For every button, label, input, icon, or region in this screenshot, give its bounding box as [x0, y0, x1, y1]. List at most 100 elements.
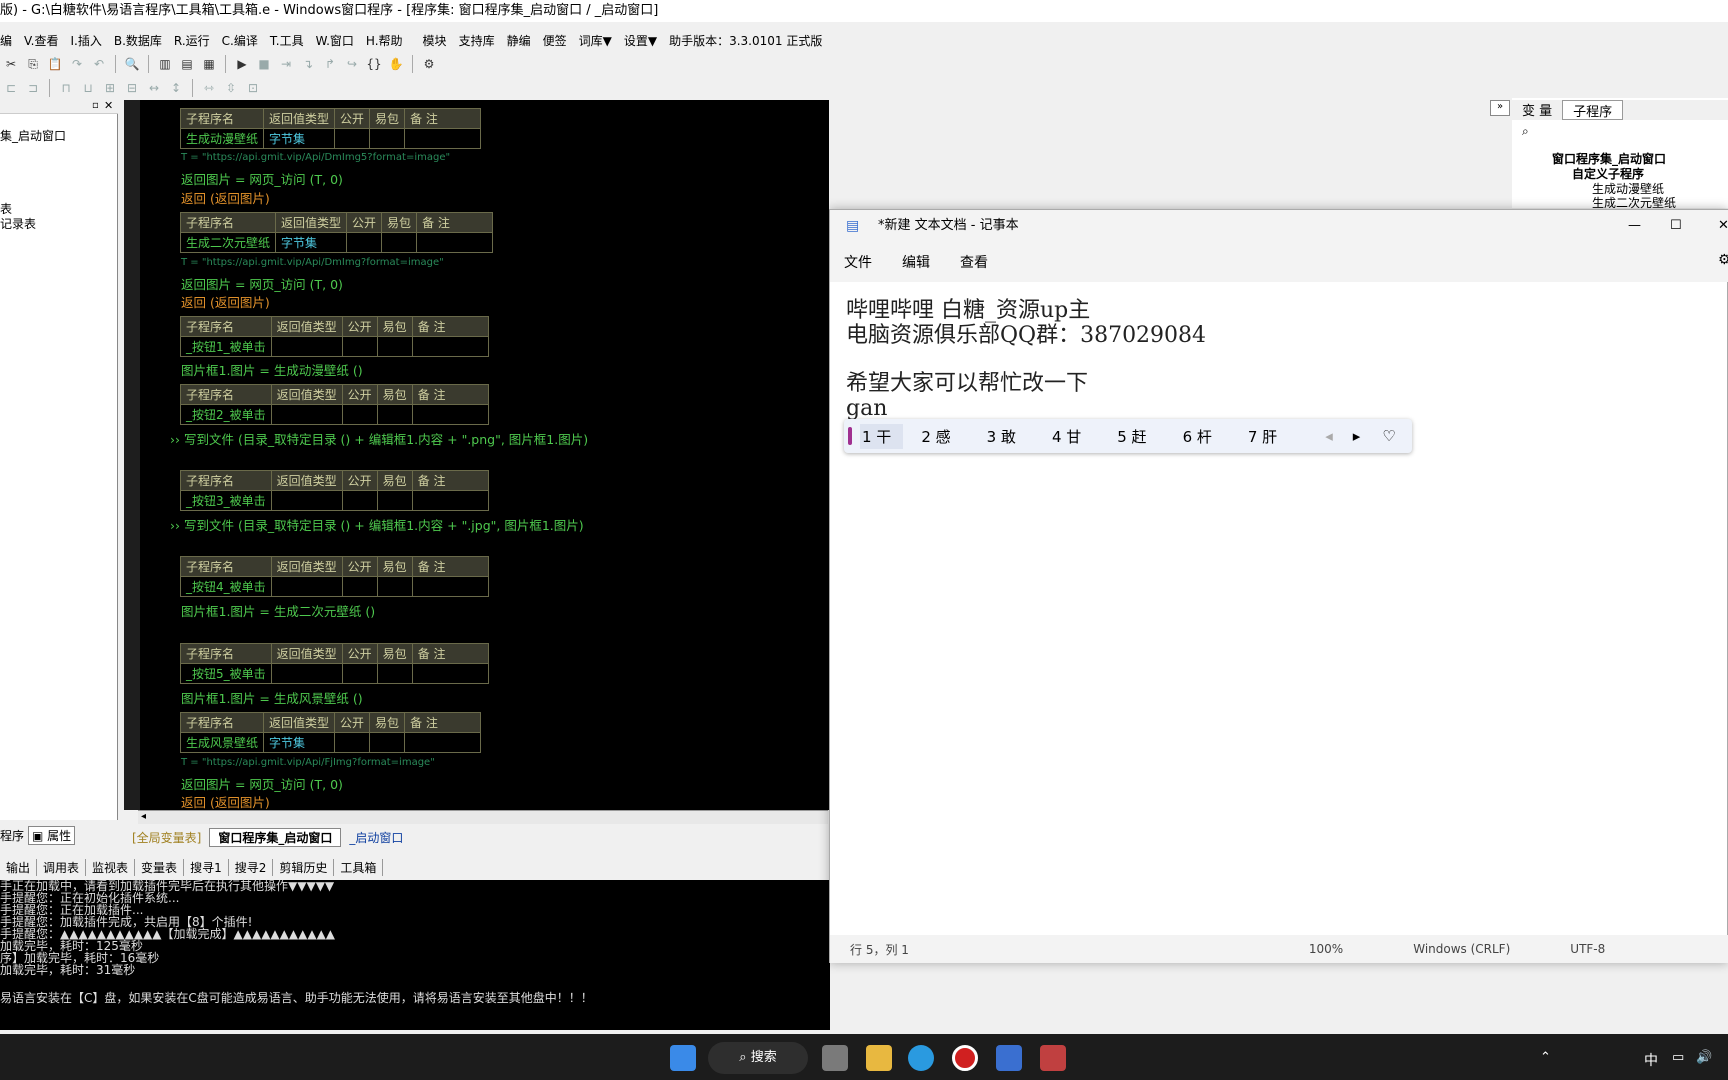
- remark-cell[interactable]: [416, 232, 494, 253]
- public-cell[interactable]: [334, 128, 371, 149]
- align-middle-icon[interactable]: ⊟: [123, 79, 141, 97]
- layout-grid-icon[interactable]: ▦: [200, 55, 218, 73]
- ime-candidate[interactable]: 7 肝: [1248, 426, 1277, 447]
- menu-view-np[interactable]: 查看: [960, 252, 988, 272]
- breakpoint-icon[interactable]: {}: [365, 55, 383, 73]
- remark-cell[interactable]: [411, 576, 489, 597]
- public-cell[interactable]: [341, 404, 378, 425]
- easy-pack-cell[interactable]: [369, 128, 406, 149]
- menu-help[interactable]: H.帮助: [366, 32, 403, 49]
- code-line[interactable]: T = "https://api.gmit.vip/Api/DmImg?form…: [181, 257, 444, 268]
- horizontal-scrollbar[interactable]: ◂: [138, 810, 828, 824]
- easy-pack-cell[interactable]: [376, 576, 413, 597]
- tab-variables[interactable]: 变量表: [135, 858, 185, 876]
- maximize-icon[interactable]: ☐: [1670, 210, 1682, 242]
- recorder-icon[interactable]: [952, 1045, 978, 1071]
- easy-pack-cell[interactable]: [369, 732, 406, 753]
- public-cell[interactable]: [341, 576, 378, 597]
- easy-language-icon[interactable]: [1040, 1045, 1066, 1071]
- layout-top-icon[interactable]: ▤: [178, 55, 196, 73]
- remark-cell[interactable]: [411, 663, 489, 684]
- tab-variables-right[interactable]: 变 量: [1512, 100, 1562, 120]
- code-line[interactable]: 返回图片 = 网页_访问 (T, 0): [181, 774, 343, 793]
- same-width-icon[interactable]: ⇿: [200, 79, 218, 97]
- remark-cell[interactable]: [411, 336, 489, 357]
- tab-output[interactable]: 输出: [0, 858, 38, 876]
- menu-lexicon[interactable]: 词库▼: [579, 32, 612, 49]
- menu-notes[interactable]: 便签: [543, 32, 567, 49]
- code-line[interactable]: 图片框1.图片 = 生成风景壁纸 (): [181, 688, 363, 707]
- edge-icon[interactable]: [908, 1045, 934, 1071]
- tab-clip-history[interactable]: 剪辑历史: [273, 858, 335, 876]
- close-icon[interactable]: ✕: [104, 99, 113, 112]
- menu-compile[interactable]: C.编译: [222, 32, 258, 49]
- code-line[interactable]: T = "https://api.gmit.vip/Api/DmImg5?for…: [181, 152, 450, 163]
- public-cell[interactable]: [341, 490, 378, 511]
- return-type-cell[interactable]: [270, 490, 343, 511]
- menu-view[interactable]: V.查看: [24, 32, 58, 49]
- easy-pack-cell[interactable]: [376, 404, 413, 425]
- ime-indicator-tray[interactable]: 中: [1644, 1050, 1658, 1070]
- align-bottom-icon[interactable]: ⊔: [79, 79, 97, 97]
- code-line[interactable]: 图片框1.图片 = 生成动漫壁纸 (): [181, 360, 363, 379]
- sub-name-cell[interactable]: _按钮4_被单击: [180, 576, 272, 597]
- menu-edit-np[interactable]: 编辑: [902, 252, 930, 272]
- step-over-icon[interactable]: ↪: [343, 55, 361, 73]
- start-icon[interactable]: [670, 1045, 696, 1071]
- tab-program[interactable]: 程序: [0, 827, 24, 844]
- public-cell[interactable]: [334, 732, 371, 753]
- public-cell[interactable]: [341, 663, 378, 684]
- float-icon[interactable]: ▫: [92, 100, 99, 111]
- step-out-icon[interactable]: ↱: [321, 55, 339, 73]
- menu-module[interactable]: 模块: [423, 32, 447, 49]
- search-icon[interactable]: ⌕: [1522, 124, 1529, 139]
- align-center-icon[interactable]: ⊞: [101, 79, 119, 97]
- step-icon[interactable]: ⇥: [277, 55, 295, 73]
- menu-edit[interactable]: 编: [0, 32, 12, 49]
- code-line[interactable]: 返回 (返回图片): [181, 292, 270, 311]
- return-type-cell[interactable]: 字节集: [275, 232, 348, 253]
- step-into-icon[interactable]: ↴: [299, 55, 317, 73]
- align-right-icon[interactable]: ⊐: [24, 79, 42, 97]
- tab-search2[interactable]: 搜寻2: [229, 858, 274, 876]
- align-left-icon[interactable]: ⊏: [2, 79, 20, 97]
- space-horizontal-icon[interactable]: ↔: [145, 79, 163, 97]
- task-view-icon[interactable]: [822, 1045, 848, 1071]
- menu-run[interactable]: R.运行: [174, 32, 210, 49]
- same-size-icon[interactable]: ⊡: [244, 79, 262, 97]
- ime-candidate[interactable]: 5 赶: [1117, 426, 1146, 447]
- menu-tools[interactable]: T.工具: [270, 32, 304, 49]
- sub-name-cell[interactable]: 生成动漫壁纸: [179, 128, 265, 149]
- layout-left-icon[interactable]: ▥: [156, 55, 174, 73]
- same-height-icon[interactable]: ⇳: [222, 79, 240, 97]
- ime-next-icon[interactable]: ▸: [1353, 427, 1361, 445]
- notepad-text-area[interactable]: 哔哩哔哩 白糖_资源up主 电脑资源俱乐部QQ群：387029084 希望大家可…: [846, 298, 1206, 421]
- code-line[interactable]: ›› 写到文件 (目录_取特定目录 () + 编辑框1.内容 + ".png",…: [170, 429, 588, 448]
- return-type-cell[interactable]: [270, 336, 343, 357]
- easy-pack-cell[interactable]: [376, 663, 413, 684]
- close-icon[interactable]: ✕: [1718, 210, 1728, 242]
- ime-favorite-icon[interactable]: ♡: [1382, 427, 1395, 445]
- ime-prev-icon[interactable]: ◂: [1325, 427, 1333, 445]
- remark-cell[interactable]: [404, 732, 482, 753]
- stop-icon[interactable]: ■: [255, 55, 273, 73]
- tab-search1[interactable]: 搜寻1: [184, 858, 229, 876]
- sub-name-cell[interactable]: _按钮5_被单击: [180, 663, 272, 684]
- menu-support-lib[interactable]: 支持库: [459, 32, 495, 49]
- tree-item-record-table[interactable]: 记录表: [0, 215, 36, 232]
- notepad-taskbar-icon[interactable]: [996, 1045, 1022, 1071]
- copy-icon[interactable]: ⎘: [24, 55, 42, 73]
- settings-icon[interactable]: ⚙: [1718, 252, 1728, 268]
- easy-pack-cell[interactable]: [381, 232, 418, 253]
- redo-icon[interactable]: ↷: [68, 55, 86, 73]
- code-line[interactable]: T = "https://api.gmit.vip/Api/FjImg?form…: [181, 757, 435, 768]
- tab-subroutines[interactable]: 子程序: [1562, 100, 1624, 120]
- ime-candidate[interactable]: 2 感: [921, 426, 950, 447]
- network-icon[interactable]: ▭: [1672, 1050, 1684, 1065]
- tab-properties[interactable]: ▣ 属性: [28, 825, 76, 845]
- tab-startup-window[interactable]: _启动窗口: [341, 829, 411, 846]
- ime-candidate[interactable]: 1 干: [860, 423, 904, 449]
- tab-startup-class[interactable]: 窗口程序集_启动窗口: [209, 827, 342, 847]
- return-type-cell[interactable]: [270, 576, 343, 597]
- undo-icon[interactable]: ↶: [90, 55, 108, 73]
